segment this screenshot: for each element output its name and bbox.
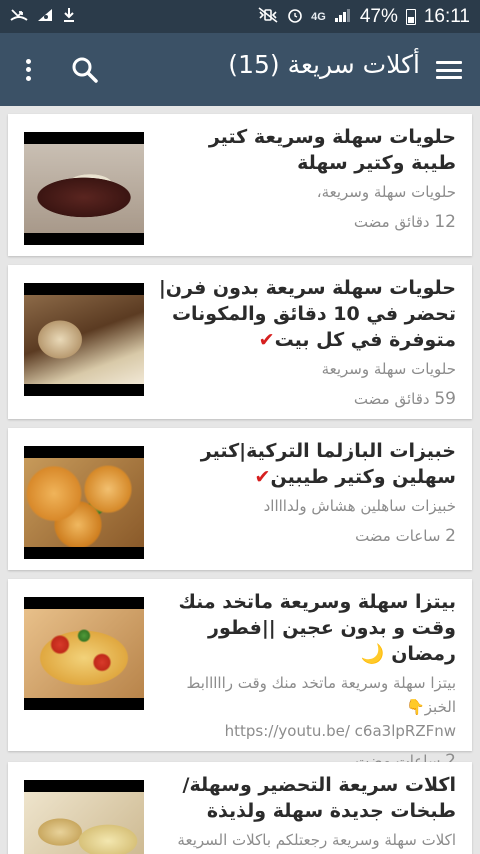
battery-percent: 47% <box>359 5 398 27</box>
item-link[interactable]: https://youtu.be/ c6a3lpRZFnw <box>225 722 456 740</box>
item-timestamp: 2 ساعات مضت <box>355 526 456 546</box>
status-left-icons <box>10 7 76 27</box>
clock: 16:11 <box>423 5 470 27</box>
signal-icon <box>334 7 352 27</box>
item-description: حلويات سهلة وسريعة <box>321 360 456 378</box>
status-right-icons: 4G 47% 16:11 <box>257 6 470 28</box>
feed-item[interactable]: خبيزات البازلما التركية|كتير سهلين وكتير… <box>8 428 472 570</box>
alarm-icon <box>287 7 303 27</box>
item-title: خبيزات البازلما التركية|كتير سهلين وكتير… <box>200 440 456 488</box>
item-timestamp: 12 دقائق مضت <box>353 212 456 232</box>
feed-item[interactable]: حلويات سهلة وسريعة كتير طيبة وكتير سهلة … <box>8 114 472 256</box>
missed-call-icon <box>10 7 28 27</box>
item-description: حلويات سهلة وسريعة، <box>316 183 456 201</box>
item-title: بيتزا سهلة وسريعة ماتخد منك وقت و بدون ع… <box>178 591 456 665</box>
item-description: خبيزات ساهلين هشاش ولدااااد <box>263 497 456 515</box>
feed-item[interactable]: اكلات سريعة التحضير وسهلة/طبخات جديدة سه… <box>8 762 472 854</box>
download-icon <box>62 7 76 27</box>
battery-icon <box>405 8 416 25</box>
thumbnail-bazlama <box>24 446 144 559</box>
item-title: حلويات سهلة سريعة بدون فرن|تحضر في 10 دق… <box>158 277 456 351</box>
feed-item[interactable]: بيتزا سهلة وسريعة ماتخد منك وقت و بدون ع… <box>8 579 472 771</box>
item-description: بيتزا سهلة وسريعة ماتخد منك وقت رااااابط… <box>186 674 457 740</box>
mute-icon <box>257 6 279 27</box>
item-title: حلويات سهلة وسريعة كتير طيبة وكتير سهلة <box>208 126 456 174</box>
item-description: اكلات سهلة وسريعة رجعتلكم باكلات السريعة <box>177 831 456 849</box>
app-bar: أكلات سريعة (15) <box>0 33 480 106</box>
status-bar: 4G 47% 16:11 <box>0 0 480 33</box>
search-icon[interactable] <box>70 55 100 85</box>
menu-icon[interactable] <box>434 57 464 83</box>
thumbnail-quick-meals <box>24 780 144 854</box>
thumbnail-pizza <box>24 597 144 710</box>
more-vert-icon[interactable] <box>16 53 40 87</box>
item-timestamp: 59 دقائق مضت <box>353 389 456 409</box>
thumbnail-roll-cake <box>24 283 144 396</box>
thumbnail-cookies <box>24 132 144 245</box>
page-title: أكلات سريعة (15) <box>228 50 420 79</box>
signal-app-icon <box>36 7 54 27</box>
item-title: اكلات سريعة التحضير وسهلة/طبخات جديدة سه… <box>182 774 456 822</box>
network-icon: 4G <box>311 10 326 23</box>
feed-item[interactable]: حلويات سهلة سريعة بدون فرن|تحضر في 10 دق… <box>8 265 472 419</box>
